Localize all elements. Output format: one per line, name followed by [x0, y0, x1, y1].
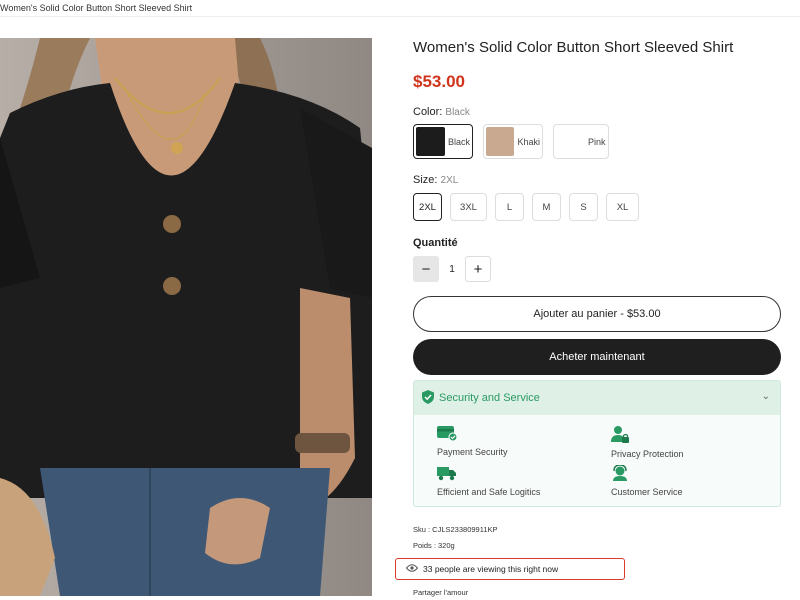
- shield-check-icon: [422, 389, 434, 407]
- security-item-label: Privacy Protection: [611, 449, 684, 459]
- size-option-xl[interactable]: XL: [606, 193, 639, 221]
- color-label: Color: Black: [413, 106, 470, 118]
- size-option-m[interactable]: M: [532, 193, 561, 221]
- headset-icon: [611, 464, 683, 483]
- size-selected-value: 2XL: [440, 175, 459, 186]
- truck-icon: [437, 465, 540, 483]
- security-service-header[interactable]: Security and Service ⌄: [414, 381, 780, 415]
- quantity-decrease-button[interactable]: −: [413, 256, 439, 282]
- swatch-thumbnail: [556, 127, 585, 156]
- security-item-label: Customer Service: [611, 487, 683, 497]
- viewing-now-text: 33 people are viewing this right now: [423, 564, 559, 574]
- size-label: Size: 2XL: [413, 174, 458, 186]
- user-lock-icon: [611, 425, 684, 445]
- color-label-text: Color:: [413, 106, 443, 118]
- swatch-thumbnail: [416, 127, 445, 156]
- security-item-customer-service: Customer Service: [611, 464, 683, 497]
- size-label-text: Size:: [413, 174, 438, 186]
- security-item-payment: Payment Security: [437, 425, 508, 457]
- product-photo-illustration: [0, 38, 372, 596]
- color-option-khaki[interactable]: Khaki: [483, 124, 543, 159]
- quantity-increase-button[interactable]: +: [465, 256, 491, 282]
- share-link[interactable]: Partager l'amour: [413, 588, 468, 597]
- product-weight: Poids : 320g: [413, 541, 455, 550]
- size-option-l[interactable]: L: [495, 193, 524, 221]
- buy-now-button[interactable]: Acheter maintenant: [413, 339, 781, 375]
- security-item-logistics: Efficient and Safe Logitics: [437, 465, 540, 497]
- color-option-pink[interactable]: Pink: [553, 124, 609, 159]
- security-item-label: Payment Security: [437, 447, 508, 457]
- size-options: 2XL 3XL L M S XL: [413, 193, 639, 221]
- divider: [0, 16, 800, 17]
- color-option-black[interactable]: Black: [413, 124, 473, 159]
- security-service-panel: Security and Service ⌄ Payment Security …: [413, 380, 781, 507]
- product-sku: Sku : CJLS233809911KP: [413, 525, 498, 534]
- security-service-title: Security and Service: [439, 392, 540, 404]
- add-to-cart-button[interactable]: Ajouter au panier - $53.00: [413, 296, 781, 332]
- quantity-label: Quantité: [413, 237, 458, 249]
- color-selected-value: Black: [445, 107, 470, 118]
- swatch-thumbnail: [486, 127, 515, 156]
- quantity-value[interactable]: 1: [439, 264, 465, 275]
- quantity-stepper: − 1 +: [413, 256, 491, 282]
- size-option-3xl[interactable]: 3XL: [450, 193, 487, 221]
- color-option-label: Black: [447, 136, 470, 147]
- product-details: Women's Solid Color Button Short Sleeved…: [395, 38, 783, 597]
- card-check-icon: [437, 425, 508, 443]
- security-item-privacy: Privacy Protection: [611, 425, 684, 459]
- color-options: Black Khaki Pink: [413, 124, 609, 159]
- product-price: $53.00: [413, 72, 465, 91]
- eye-icon: [405, 564, 419, 574]
- chevron-down-icon: ⌄: [761, 391, 770, 402]
- color-option-label: Khaki: [517, 136, 540, 147]
- color-option-label: Pink: [588, 136, 606, 147]
- security-item-label: Efficient and Safe Logitics: [437, 487, 541, 497]
- viewing-now-notice: 33 people are viewing this right now: [395, 558, 625, 580]
- product-title: Women's Solid Color Button Short Sleeved…: [413, 39, 734, 56]
- breadcrumb[interactable]: Women's Solid Color Button Short Sleeved…: [0, 3, 192, 13]
- size-option-2xl[interactable]: 2XL: [413, 193, 442, 221]
- size-option-s[interactable]: S: [569, 193, 598, 221]
- product-image[interactable]: [0, 38, 372, 596]
